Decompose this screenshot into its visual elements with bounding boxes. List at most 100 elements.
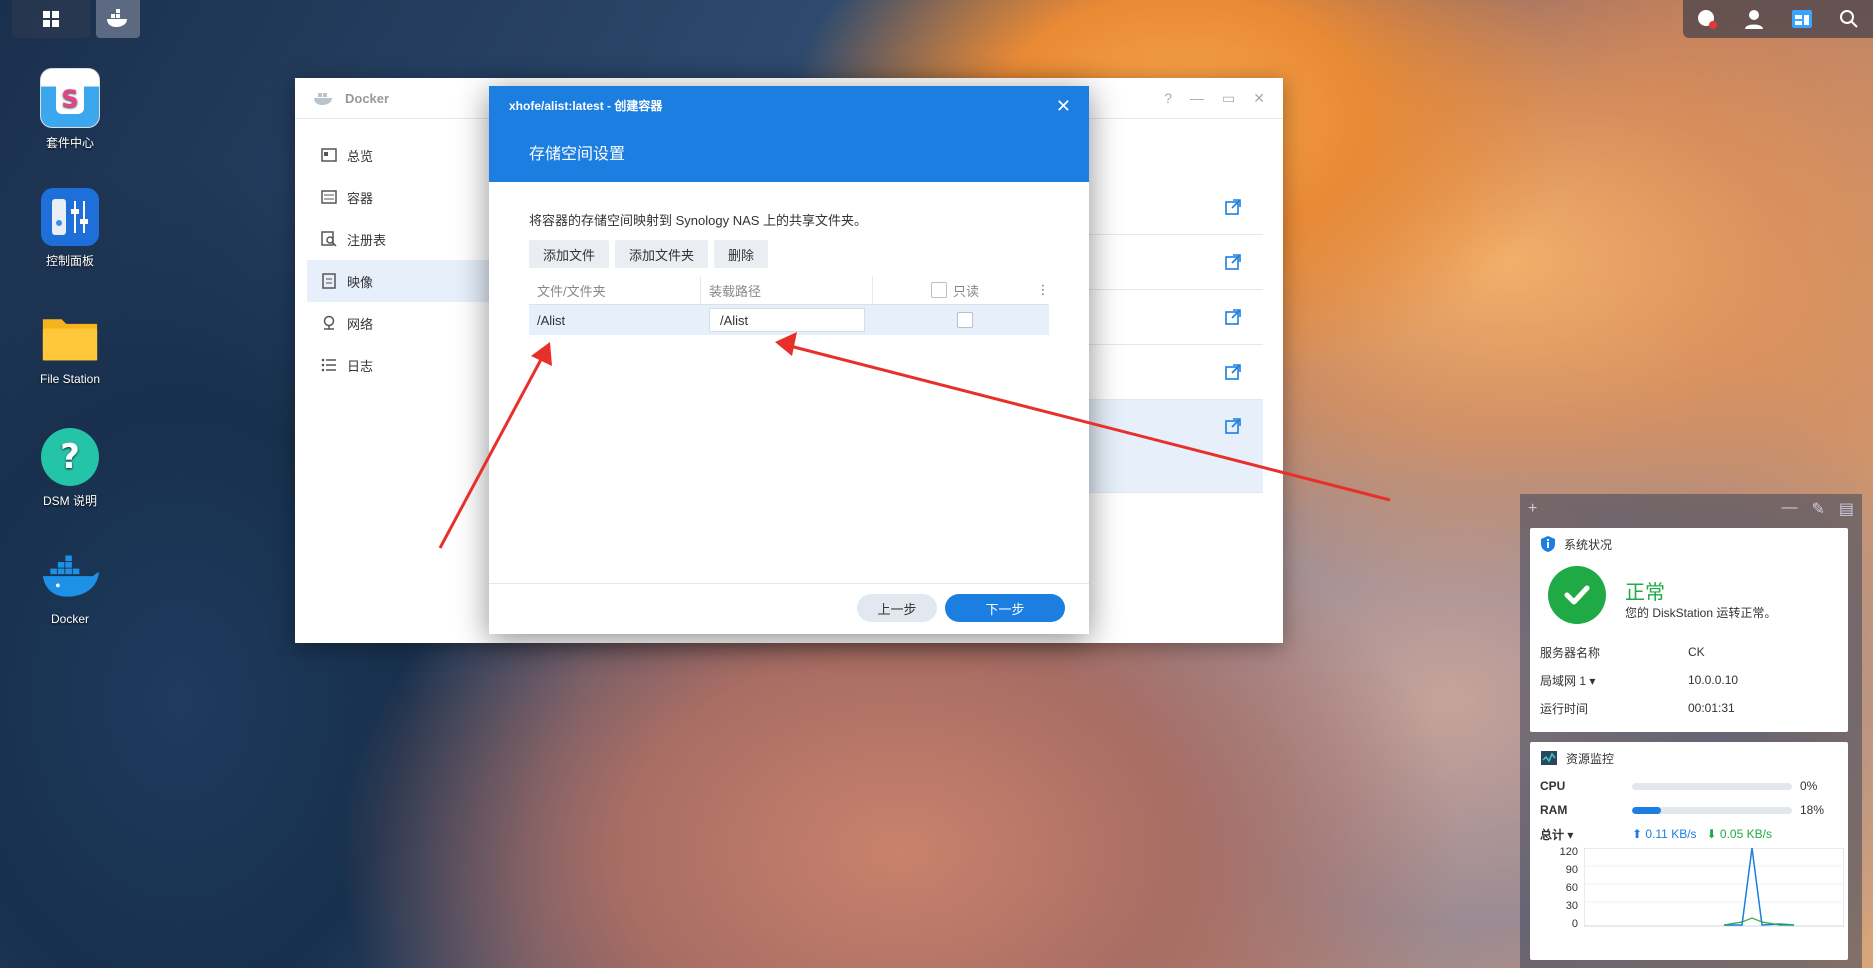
open-external-icon[interactable]: [1225, 254, 1241, 270]
widget-layout-icon[interactable]: ▤: [1839, 499, 1854, 519]
list-item[interactable]: [1085, 290, 1263, 345]
window-controls: ? — ▭ ✕: [1164, 90, 1265, 107]
widget-title: 系统状况: [1564, 537, 1613, 552]
server-name-row: 服务器名称 CK: [1540, 645, 1705, 660]
list-item[interactable]: [1085, 345, 1263, 400]
lan-selector[interactable]: 局域网 1 ▾: [1540, 672, 1688, 689]
sidebar-item-label: 映像: [347, 274, 374, 290]
desktop-icon-package-center[interactable]: S 套件中心: [30, 68, 110, 151]
add-file-button[interactable]: 添加文件: [529, 240, 610, 268]
readonly-all-checkbox[interactable]: [930, 282, 947, 298]
status-summary: 正常 您的 DiskStation 运转正常。: [1530, 560, 1848, 638]
image-icon: [321, 273, 337, 289]
maximize-icon[interactable]: ▭: [1222, 90, 1235, 107]
list-item[interactable]: [1085, 180, 1263, 235]
y-tick-label: 90: [1565, 864, 1578, 876]
table-header: 文件/文件夹 装载路径 只读 ⋮: [529, 276, 1050, 305]
upload-series-line: [1724, 848, 1795, 926]
status-message: 您的 DiskStation 运转正常。: [1625, 606, 1777, 620]
taskbar-right: [1683, 0, 1873, 38]
cpu-bar: [1632, 782, 1792, 790]
y-tick-label: 30: [1565, 900, 1578, 912]
image-list-partial: [1085, 180, 1263, 493]
widgets-button[interactable]: [1790, 7, 1814, 31]
network-chart-plot: [1584, 848, 1844, 927]
package-center-icon: S: [40, 68, 100, 128]
widget-header: 资源监控: [1530, 742, 1848, 774]
desktop-icon-file-station[interactable]: File Station: [30, 308, 110, 386]
ram-bar-fill: [1632, 806, 1661, 814]
docker-icon: [107, 9, 127, 27]
cpu-row: CPU 0%: [1540, 779, 1818, 793]
dialog-header[interactable]: xhofe/alist:latest - 创建容器 ✕ 存储空间设置: [489, 86, 1089, 182]
next-button[interactable]: 下一步: [945, 594, 1065, 622]
help-icon: ?: [41, 428, 99, 486]
dialog-window-title: xhofe/alist:latest - 创建容器: [509, 99, 663, 113]
readonly-checkbox[interactable]: [957, 312, 973, 328]
widget-icon: [1791, 10, 1812, 28]
widget-panel-toolbar: + — ✎ ▤: [1520, 494, 1862, 524]
open-external-icon[interactable]: [1225, 418, 1241, 434]
help-icon[interactable]: ?: [1164, 90, 1172, 107]
desktop-icon-label: DSM 说明: [42, 494, 97, 508]
network-selector[interactable]: 总计 ▾: [1540, 826, 1632, 843]
cell-file-folder: /Alist: [537, 312, 566, 328]
network-icon: [321, 315, 337, 331]
list-item-selected[interactable]: [1085, 400, 1263, 493]
sidebar-item-label: 容器: [347, 190, 374, 206]
lan-row: 局域网 1 ▾ 10.0.0.10: [1540, 672, 1739, 689]
close-icon[interactable]: ✕: [1253, 90, 1265, 107]
column-menu-icon[interactable]: ⋮: [1029, 276, 1050, 304]
status-text: 正常: [1625, 582, 1665, 604]
table-row[interactable]: /Alist /Alist: [529, 305, 1049, 335]
desktop-icon-label: 控制面板: [45, 254, 94, 268]
dialog-toolbar: 添加文件 添加文件夹 删除: [529, 240, 769, 268]
minimize-icon[interactable]: —: [1781, 499, 1797, 519]
cell-readonly: [873, 305, 1049, 335]
add-widget-icon[interactable]: +: [1528, 500, 1537, 518]
notifications-button[interactable]: [1695, 7, 1719, 31]
readonly-header-label: 只读: [952, 283, 979, 299]
add-folder-button[interactable]: 添加文件夹: [615, 240, 709, 268]
desktop-icon-label: 套件中心: [45, 136, 94, 150]
open-external-icon[interactable]: [1225, 199, 1241, 215]
delete-button[interactable]: 删除: [714, 240, 769, 268]
open-external-icon[interactable]: [1225, 309, 1241, 325]
widget-header: 系统状况: [1530, 528, 1848, 560]
check-icon: [1548, 566, 1606, 624]
sidebar-item-label: 网络: [347, 316, 374, 332]
minimize-icon[interactable]: —: [1190, 90, 1204, 107]
column-header-file-folder[interactable]: 文件/文件夹: [529, 276, 701, 304]
folder-icon: [41, 308, 99, 366]
docker-window-title: Docker: [345, 90, 390, 106]
taskbar-docker-button[interactable]: [96, 0, 140, 38]
cell-mount-path: /Alist: [701, 305, 873, 335]
svg-text:S: S: [61, 85, 78, 113]
widget-title: 资源监控: [1566, 751, 1615, 766]
y-tick-label: 0: [1571, 918, 1578, 930]
main-menu-button[interactable]: [12, 0, 90, 38]
pin-icon[interactable]: ✎: [1811, 499, 1824, 519]
registry-icon: [321, 231, 337, 247]
desktop-icon-dsm-help[interactable]: ? DSM 说明: [30, 428, 110, 509]
docker-icon: [314, 93, 332, 105]
search-button[interactable]: [1837, 7, 1861, 31]
volume-table: 文件/文件夹 装载路径 只读 ⋮ /Alist /Alist: [529, 276, 1050, 335]
list-item[interactable]: [1085, 235, 1263, 290]
open-external-icon[interactable]: [1225, 364, 1241, 380]
system-status-widget: 系统状况 正常 您的 DiskStation 运转正常。 服务器名称 CK 局域网…: [1530, 528, 1848, 732]
control-panel-icon: [41, 188, 99, 246]
desktop-icon-docker[interactable]: Docker: [30, 548, 110, 626]
log-icon: [321, 357, 337, 373]
dialog-heading: 存储空间设置: [529, 146, 626, 163]
column-header-readonly[interactable]: 只读: [873, 276, 1029, 304]
prev-button[interactable]: 上一步: [857, 594, 937, 622]
mount-path-input[interactable]: /Alist: [709, 308, 865, 332]
close-icon[interactable]: ✕: [1056, 96, 1071, 117]
network-chart: 120 90 60 30 0: [1540, 846, 1848, 936]
desktop-icon-control-panel[interactable]: 控制面板: [30, 188, 110, 269]
column-header-mount-path[interactable]: 装载路径: [701, 276, 873, 304]
user-button[interactable]: [1742, 7, 1766, 31]
desktop-icon-label: Docker: [50, 612, 89, 626]
ram-bar: [1632, 806, 1792, 814]
